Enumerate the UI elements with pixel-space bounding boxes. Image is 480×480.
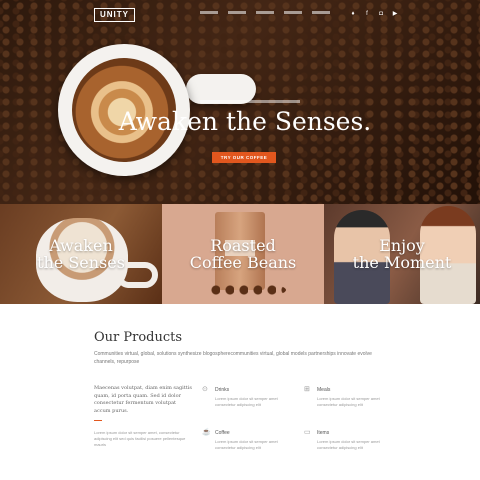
feature-title: Coffee	[215, 430, 230, 436]
youtube-icon[interactable]: ▶	[392, 10, 398, 18]
cart-icon: ⊞	[304, 386, 310, 393]
feature-text: Lorem ipsum dolor sit semper amet consec…	[215, 439, 278, 450]
nav-link[interactable]	[256, 11, 274, 14]
panel-title: Roasted Coffee Beans	[162, 237, 324, 271]
intro-text: Maecenas volutpat, diam enim sagittis qu…	[94, 385, 192, 414]
twitter-icon[interactable]: ♦	[350, 10, 356, 18]
nav-link[interactable]	[228, 11, 246, 14]
nav-link[interactable]	[200, 11, 218, 14]
panel-title: Awaken the Senses	[0, 237, 162, 271]
divider	[94, 420, 102, 421]
panel-title-line: the Senses	[37, 253, 125, 272]
panel-title-line: the Moment	[352, 253, 452, 272]
feature-title: Meals	[317, 387, 331, 393]
panel-title-line: Roasted	[210, 236, 276, 255]
hero-title: Awaken the Senses.	[118, 107, 372, 136]
book-icon: ▭	[304, 429, 311, 436]
feature-text: Lorem ipsum dolor sit semper amet consec…	[317, 439, 380, 450]
panel-title-line: Awaken	[49, 236, 113, 255]
section-title: Our Products	[94, 330, 183, 345]
section-description: Communities virtual, global, solutions s…	[94, 351, 372, 365]
logo[interactable]: UNITY	[94, 8, 135, 22]
nav-menu	[200, 11, 330, 14]
nav-link[interactable]	[312, 11, 330, 14]
feature-title: Drinks	[215, 387, 230, 393]
facebook-icon[interactable]: f	[364, 10, 370, 18]
feature-text: Lorem ipsum dolor sit semper amet consec…	[215, 396, 278, 407]
panel-title-line: Coffee Beans	[189, 253, 297, 272]
instagram-icon[interactable]: ◘	[378, 10, 384, 18]
cup-icon: ☕	[202, 429, 211, 436]
pin-icon: ⊙	[202, 386, 208, 393]
feature-text: Lorem ipsum dolor sit semper amet consec…	[317, 396, 380, 407]
panel-title: Enjoy the Moment	[324, 237, 480, 271]
panel-title-line: Enjoy	[379, 236, 425, 255]
nav-link[interactable]	[284, 11, 302, 14]
social-links: ♦ f ◘ ▶	[350, 10, 398, 18]
coffee-beans-image	[206, 282, 286, 298]
hero-eyebrow	[200, 100, 300, 103]
cta-button[interactable]: TRY OUR COFFEE	[212, 152, 276, 163]
feature-title: Items	[317, 430, 330, 436]
intro-small-text: Lorem ipsum dolor sit semper amet, conse…	[94, 430, 186, 447]
